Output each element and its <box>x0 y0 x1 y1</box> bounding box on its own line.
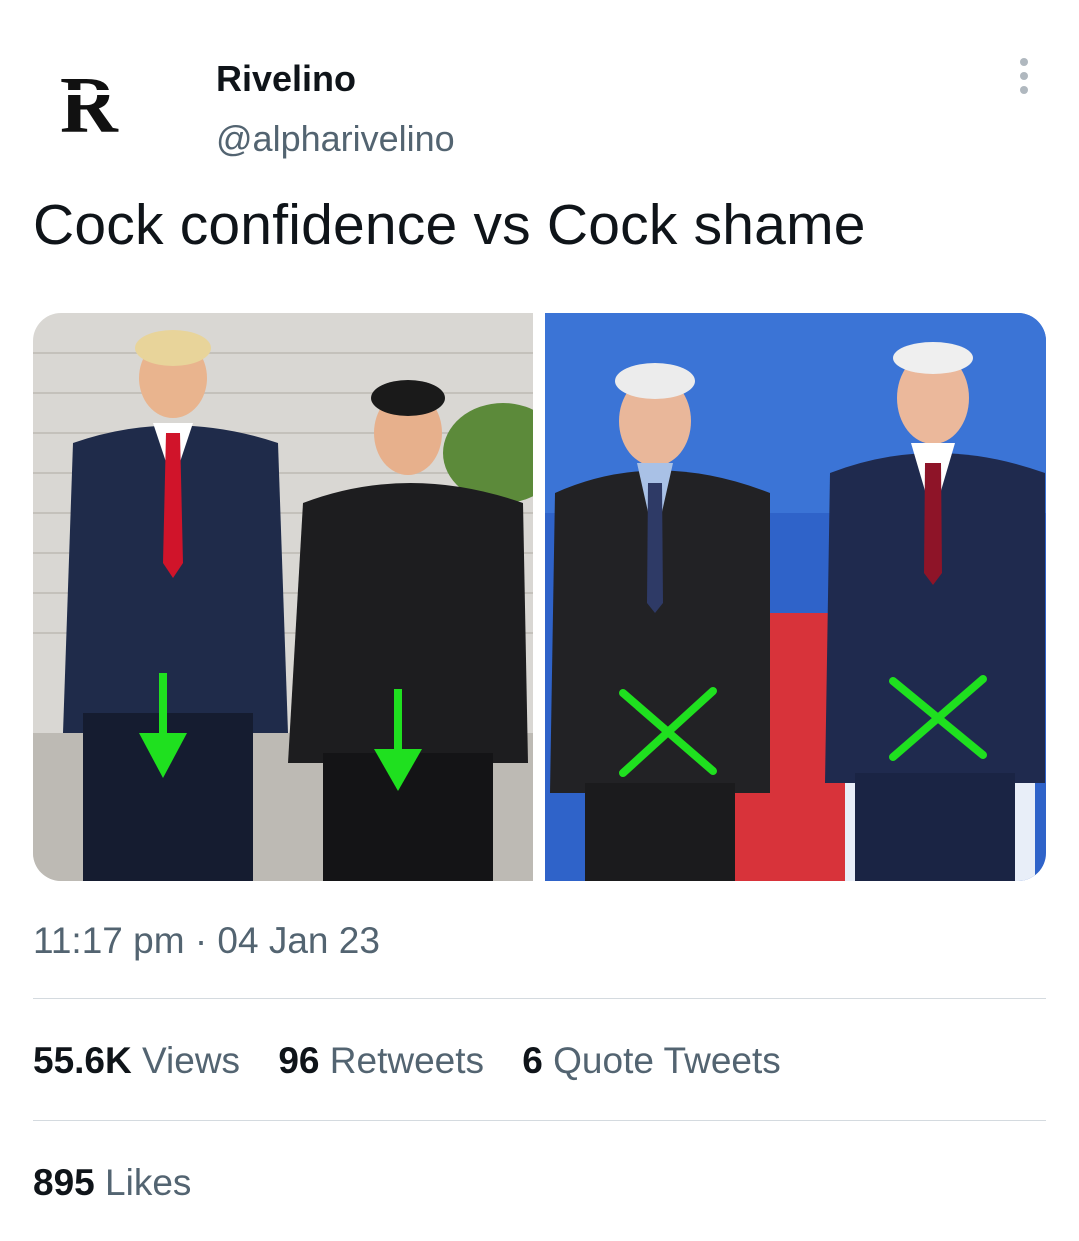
quote-tweets-label: Quote Tweets <box>553 1040 781 1081</box>
retweets-count: 96 <box>278 1040 320 1081</box>
avatar[interactable]: R <box>52 62 172 152</box>
divider <box>33 1120 1046 1121</box>
retweets-label: Retweets <box>329 1040 484 1081</box>
views-label: Views <box>142 1040 241 1081</box>
quote-tweets-count: 6 <box>522 1040 543 1081</box>
author-name[interactable]: Rivelino <box>216 58 356 100</box>
quote-tweets-stat[interactable]: 6 Quote Tweets <box>522 1040 780 1081</box>
avatar-logo-icon: R <box>60 62 120 150</box>
likes-count: 895 <box>33 1162 95 1203</box>
tweet-text: Cock confidence vs Cock shame <box>33 193 866 257</box>
author-handle[interactable]: @alpharivelino <box>216 118 455 160</box>
tweet-media[interactable] <box>33 313 1046 881</box>
engagement-stats: 55.6K Views 96 Retweets 6 Quote Tweets <box>33 1040 809 1082</box>
divider <box>33 998 1046 999</box>
photo-shame[interactable] <box>545 313 1046 881</box>
photo-confidence[interactable] <box>33 313 533 881</box>
tweet-timestamp[interactable]: 11:17 pm · 04 Jan 23 <box>33 920 380 962</box>
more-vertical-icon <box>1020 58 1028 94</box>
likes-stat[interactable]: 895 Likes <box>33 1162 191 1204</box>
retweets-stat[interactable]: 96 Retweets <box>278 1040 494 1081</box>
views-count: 55.6K <box>33 1040 132 1081</box>
photo-shame-image <box>545 313 1046 881</box>
views-stat: 55.6K Views <box>33 1040 250 1081</box>
tweet-date: 04 Jan 23 <box>217 920 380 961</box>
tweet-time: 11:17 pm <box>33 920 185 961</box>
photo-confidence-image <box>33 313 533 881</box>
more-options-button[interactable] <box>1000 56 1048 100</box>
timestamp-separator: · <box>194 920 208 961</box>
likes-label: Likes <box>105 1162 192 1203</box>
svg-text:R: R <box>60 62 119 150</box>
